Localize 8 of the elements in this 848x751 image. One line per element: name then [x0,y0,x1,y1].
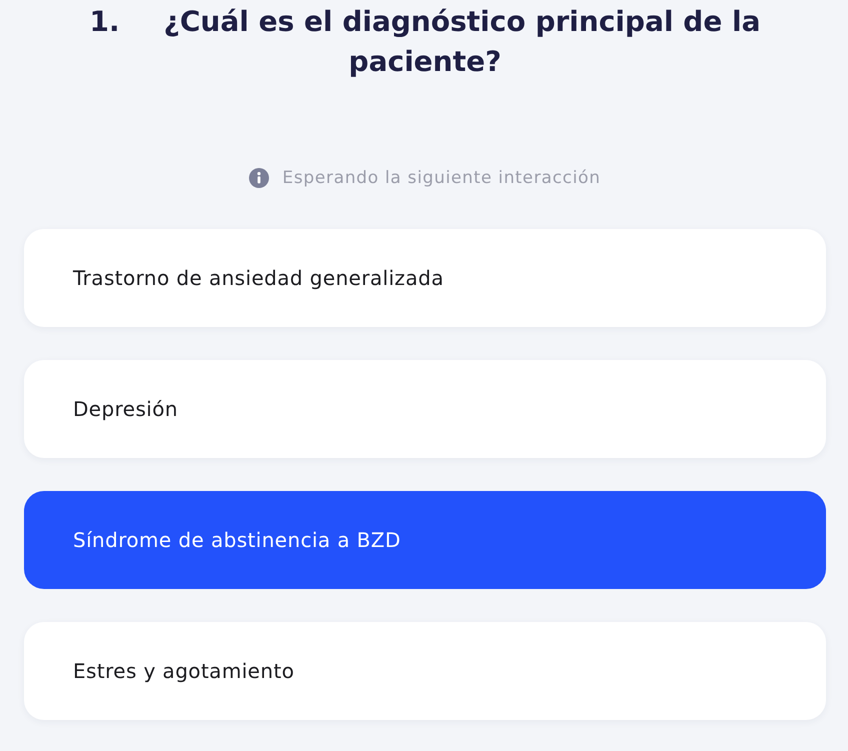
status-message: Esperando la siguiente interacción [282,167,601,190]
answer-option[interactable]: Síndrome de abstinencia a BZD [24,491,826,589]
answer-option[interactable]: Estres y agotamiento [24,622,826,720]
question-text: ¿Cuál es el diagnóstico principal de la paciente? [164,5,760,78]
answer-option[interactable]: Trastorno de ansiedad generalizada [24,229,826,327]
info-icon [249,168,270,188]
answer-option[interactable]: Depresión [24,360,826,458]
question-number: 1. [90,4,120,40]
